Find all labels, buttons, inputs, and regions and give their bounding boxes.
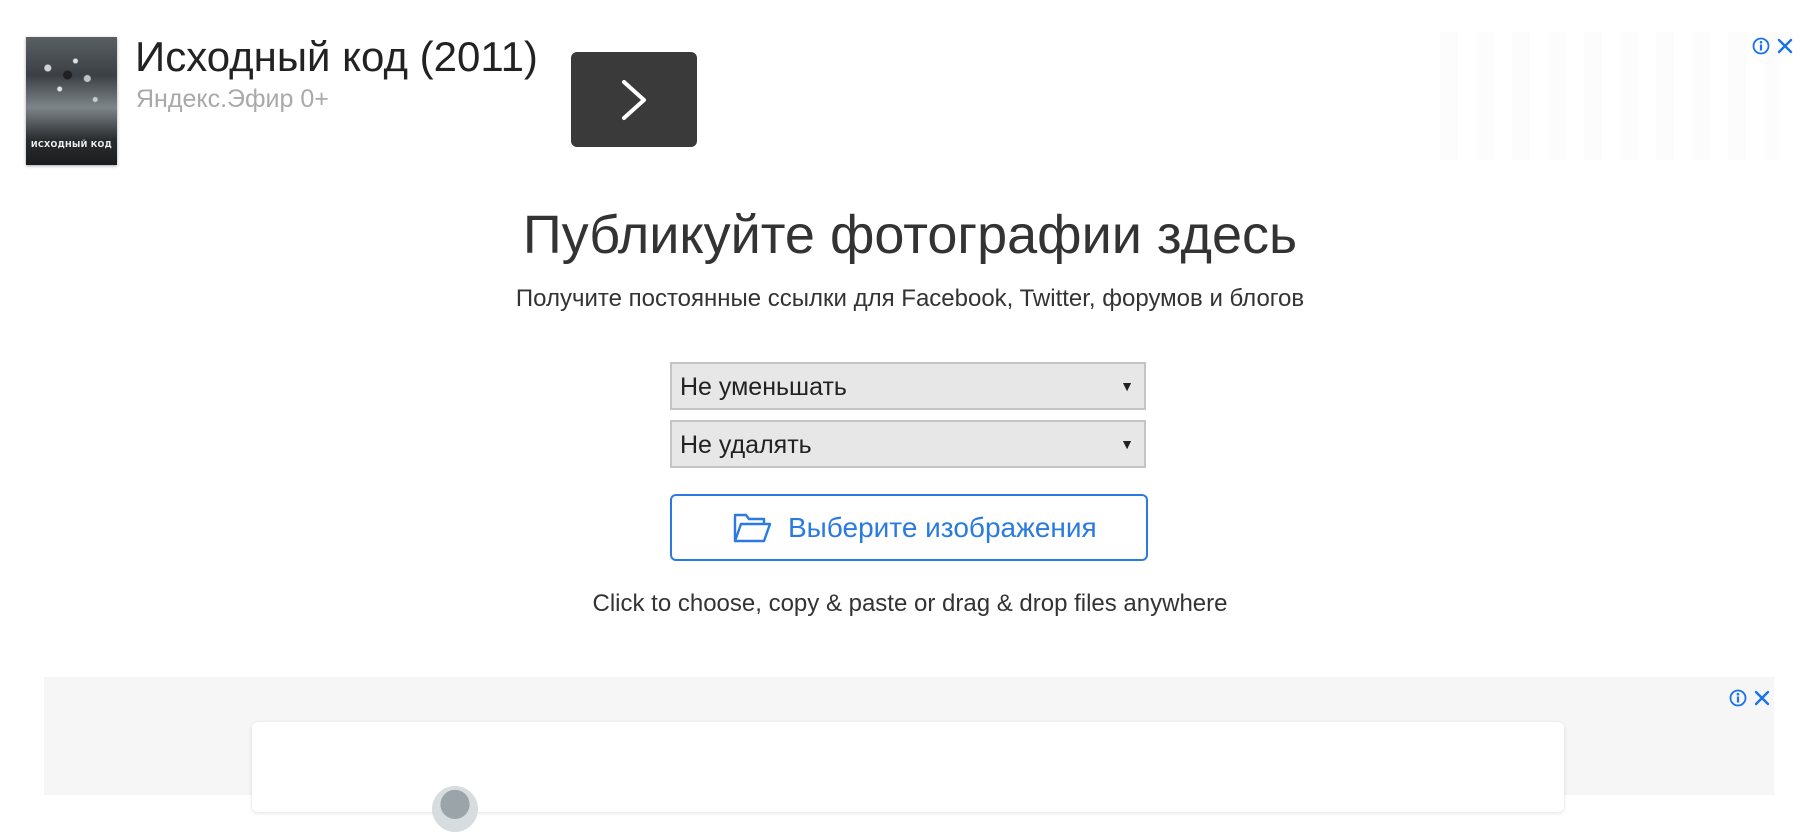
folder-open-icon: [733, 513, 772, 543]
ad-go-button[interactable]: [571, 52, 697, 147]
chevron-right-icon: [622, 80, 646, 120]
close-icon[interactable]: [1753, 689, 1771, 707]
page-subtitle: Получите постоянные ссылки для Facebook,…: [515, 285, 1305, 312]
info-icon[interactable]: [1729, 689, 1747, 707]
poster-caption: ИСХОДНЫЙ КОД: [30, 140, 113, 149]
resize-select-value: Не уменьшать: [680, 373, 847, 401]
upload-hint: Click to choose, copy & paste or drag & …: [592, 590, 1228, 617]
ad-source: Яндекс.Эфир 0+: [136, 85, 329, 113]
chevron-down-icon: ▼: [1120, 436, 1134, 452]
choose-images-button[interactable]: Выберите изображения: [670, 494, 1148, 561]
close-icon[interactable]: [1776, 37, 1794, 55]
ad-title[interactable]: Исходный код (2011): [135, 32, 538, 82]
ad-card-image: [432, 786, 478, 832]
expire-select[interactable]: Не удалять ▼: [670, 420, 1146, 468]
resize-select[interactable]: Не уменьшать ▼: [670, 362, 1146, 410]
ad-card[interactable]: [252, 722, 1564, 832]
ad-poster-image[interactable]: ИСХОДНЫЙ КОД: [26, 37, 117, 165]
expire-select-value: Не удалять: [680, 431, 812, 459]
chevron-down-icon: ▼: [1120, 378, 1134, 394]
bottom-ad-banner[interactable]: [44, 677, 1774, 832]
top-ad-banner[interactable]: ИСХОДНЫЙ КОД Исходный код (2011) Яндекс.…: [0, 0, 1810, 165]
page-title: Публикуйте фотографии здесь: [522, 205, 1298, 265]
info-icon[interactable]: [1752, 37, 1770, 55]
choose-images-label: Выберите изображения: [788, 512, 1097, 543]
poster-artwork: [32, 47, 111, 117]
ad-faded-background: [1440, 32, 1780, 160]
